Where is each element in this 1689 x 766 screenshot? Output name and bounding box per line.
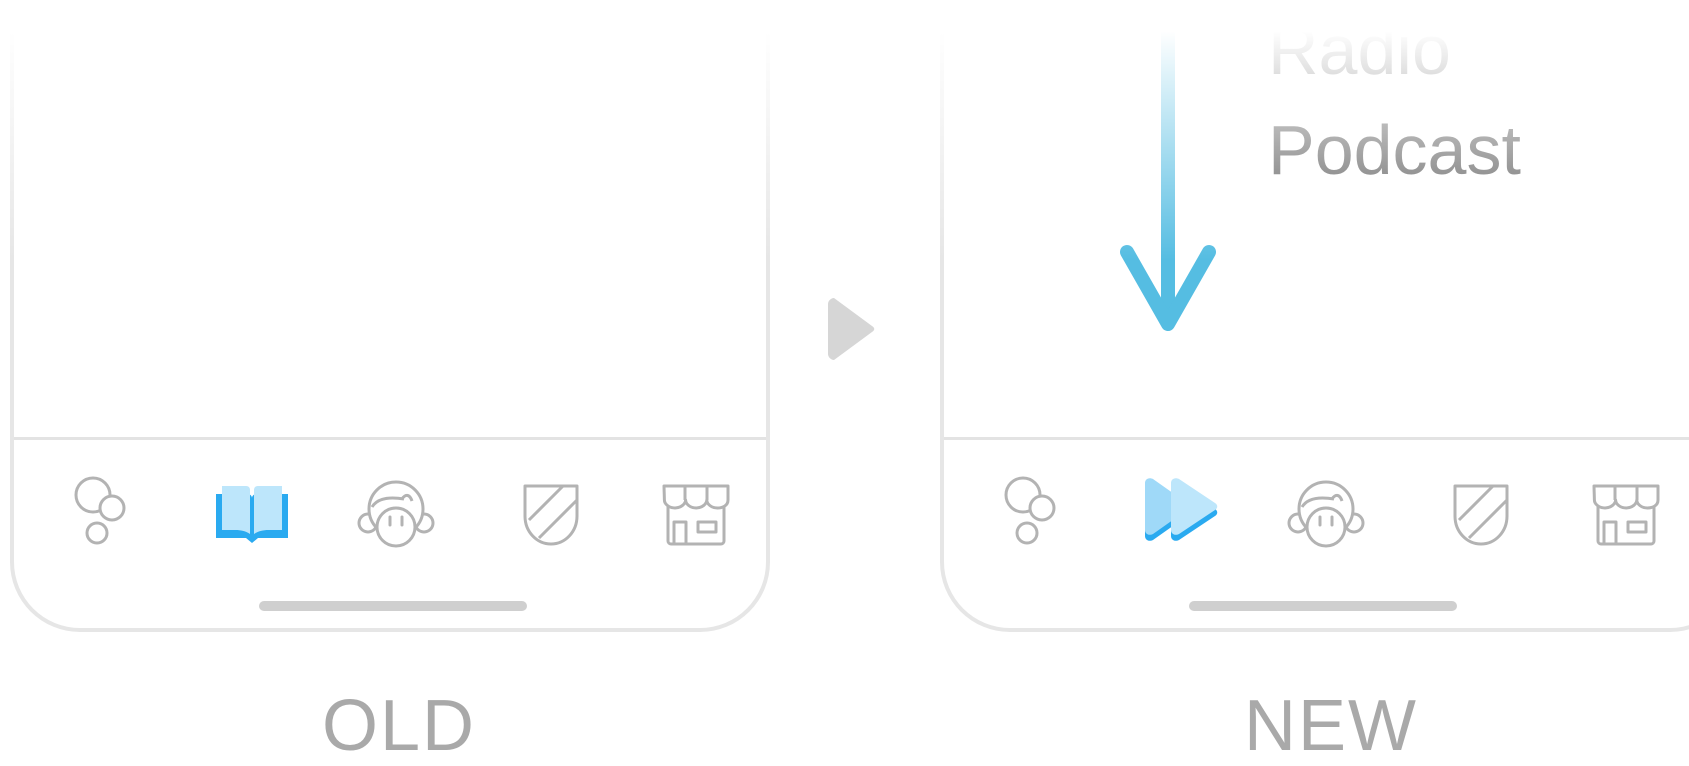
character-face-icon [357, 480, 435, 548]
tab-community[interactable] [57, 470, 147, 560]
shield-icon [1453, 484, 1509, 546]
character-face-icon [1287, 480, 1365, 548]
shield-icon [523, 484, 579, 546]
old-phone-frame [8, 0, 772, 632]
tab-bar-divider [14, 437, 766, 440]
shop-icon [662, 484, 730, 546]
bubbles-icon [1004, 476, 1056, 545]
home-indicator [1189, 601, 1457, 611]
tab-library[interactable] [207, 470, 297, 560]
tab-podcast[interactable] [1137, 470, 1227, 560]
new-caption: NEW [1244, 686, 1418, 766]
open-book-icon [216, 486, 288, 543]
old-name-label: Radio [1268, 11, 1451, 89]
shop-icon [1592, 484, 1660, 546]
tab-bar-divider [944, 437, 1689, 440]
bubbles-icon [74, 476, 126, 545]
home-indicator [259, 601, 527, 611]
rename-annotation: Radio Podcast [1268, 0, 1521, 200]
old-caption: OLD [322, 686, 477, 766]
down-arrow-icon [1120, 11, 1216, 331]
fast-forward-icon [1145, 478, 1218, 541]
tab-rankings[interactable] [1436, 470, 1526, 560]
tab-shop[interactable] [1581, 470, 1671, 560]
tab-rankings[interactable] [506, 470, 596, 560]
tab-community[interactable] [987, 470, 1077, 560]
tab-characters[interactable] [1281, 470, 1371, 560]
tab-characters[interactable] [351, 470, 441, 560]
tab-shop[interactable] [651, 470, 741, 560]
new-name-label: Podcast [1268, 111, 1521, 189]
transition-arrow-icon [828, 298, 875, 360]
